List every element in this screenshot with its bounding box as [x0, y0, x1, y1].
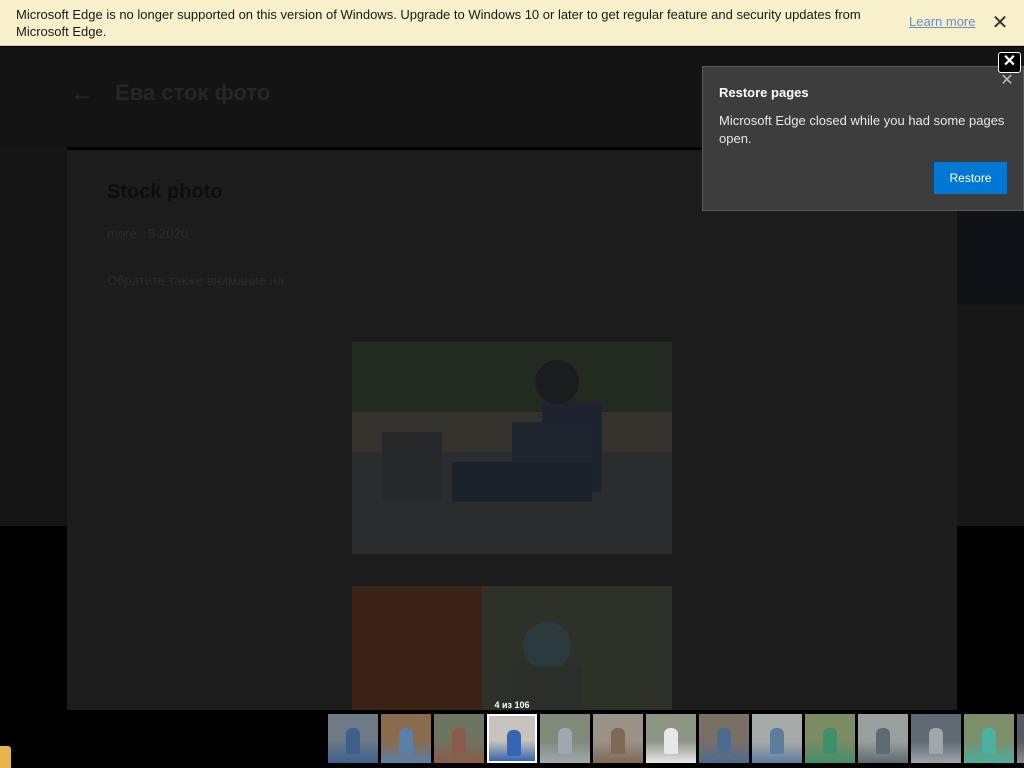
thumbnail-figure: [876, 728, 890, 754]
image-counter: 4 из 106: [494, 700, 530, 710]
left-margin: [0, 147, 67, 526]
thumbnail[interactable]: [540, 714, 590, 763]
thumbnail[interactable]: [646, 714, 696, 763]
thumbnail-figure: [346, 728, 360, 754]
main-photo[interactable]: [352, 342, 672, 554]
card-note: Обратите также внимание на: [107, 273, 285, 288]
restore-title: Restore pages: [719, 85, 809, 100]
thumbnail[interactable]: [805, 714, 855, 763]
close-icon[interactable]: ✕: [990, 13, 1010, 33]
thumbnail-figure: [399, 728, 413, 754]
thumbnail[interactable]: [858, 714, 908, 763]
thumbnail-figure: [823, 728, 837, 754]
thumbnail-figure: [507, 730, 521, 756]
restore-pages-popup: Restore pages Microsoft Edge closed whil…: [702, 66, 1024, 211]
card-meta: more · 5 2020: [107, 226, 188, 241]
edge-unsupported-infobar: Microsoft Edge is no longer supported on…: [0, 0, 1024, 46]
thumbnail-figure: [611, 728, 625, 754]
second-photo[interactable]: [352, 586, 672, 710]
thumbnail[interactable]: [593, 714, 643, 763]
thumbnail-figure: [664, 728, 678, 754]
thumbnail[interactable]: [752, 714, 802, 763]
thumbnail-figure: [717, 728, 731, 754]
thumbnail-figure: [558, 728, 572, 754]
thumbnail[interactable]: [1017, 714, 1024, 763]
learn-more-link[interactable]: Learn more: [909, 14, 975, 29]
restore-button[interactable]: Restore: [934, 162, 1007, 194]
thumbnail-figure: [770, 728, 784, 754]
restore-message: Microsoft Edge closed while you had some…: [719, 113, 1005, 146]
thumbnail[interactable]: [699, 714, 749, 763]
thumbnail[interactable]: [964, 714, 1014, 763]
infobar-message: Microsoft Edge is no longer supported on…: [16, 7, 861, 39]
card-title: Stock photo: [107, 181, 223, 203]
thumbnail[interactable]: [911, 714, 961, 763]
close-icon[interactable]: ✕: [999, 73, 1015, 89]
site-title: Ева сток фото: [115, 80, 271, 105]
right-margin-top: [957, 210, 1024, 305]
close-icon[interactable]: ✕: [998, 52, 1021, 73]
right-margin: [957, 305, 1024, 526]
thumbnail[interactable]: [434, 714, 484, 763]
thumbnail[interactable]: [328, 714, 378, 763]
thumbnail[interactable]: [381, 714, 431, 763]
thumbnail-figure: [982, 728, 996, 754]
thumbnail-figure: [929, 728, 943, 754]
thumbnail-figure: [452, 728, 466, 754]
thumbnail[interactable]: [487, 714, 537, 763]
side-tab[interactable]: [0, 746, 11, 768]
back-arrow-icon[interactable]: ←: [70, 80, 94, 108]
